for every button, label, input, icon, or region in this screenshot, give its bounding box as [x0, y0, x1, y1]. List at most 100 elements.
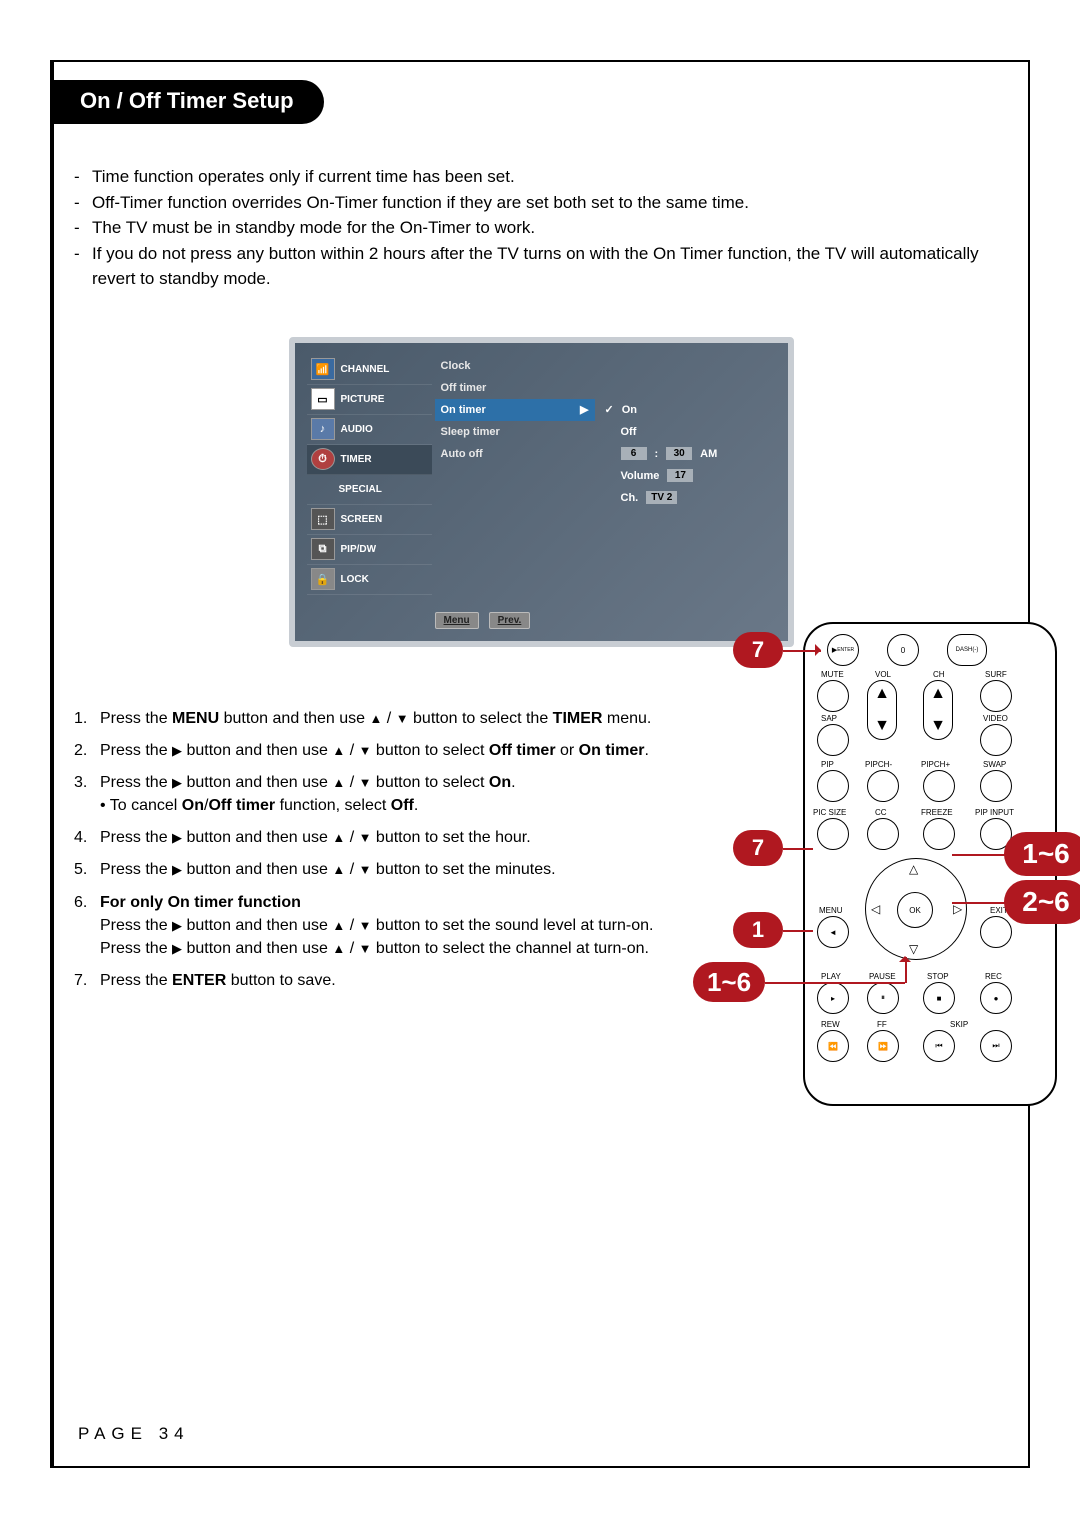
swap-button[interactable]	[980, 770, 1012, 802]
osd-item-autooff: Auto off	[435, 443, 595, 465]
lock-icon: 🔒	[311, 568, 335, 590]
channel-icon: 📶	[311, 358, 335, 380]
pip-button[interactable]	[817, 770, 849, 802]
arrow-right-icon: ▶	[580, 403, 588, 416]
arrow-head-icon	[815, 644, 827, 656]
osd-opt-off: Off	[605, 421, 780, 443]
osd-opt-volume: Volume17	[605, 465, 780, 487]
callout-7: 7	[733, 632, 783, 668]
callout-1: 1	[733, 912, 783, 948]
osd-menu-button: Menu	[435, 612, 479, 629]
pause-label: PAUSE	[869, 972, 896, 981]
sap-button[interactable]	[817, 724, 849, 756]
leader	[765, 982, 905, 984]
audio-icon: ♪	[311, 418, 335, 440]
intro-line: The TV must be in standby mode for the O…	[92, 215, 535, 241]
pipinput-label: PIP INPUT	[975, 808, 1014, 817]
ch-rocker[interactable]: ▲▼	[923, 680, 953, 740]
intro-line: Time function operates only if current t…	[92, 164, 515, 190]
ff-button[interactable]: ⏩	[867, 1030, 899, 1062]
callout-1-6: 1~6	[1004, 832, 1080, 876]
osd-submenu: Clock Off timer On timer▶ Sleep timer Au…	[435, 355, 595, 465]
pause-button[interactable]: ⏸	[867, 982, 899, 1014]
ff-label: FF	[877, 1020, 887, 1029]
osd-item-ontimer: On timer▶	[435, 399, 595, 421]
osd-screenshot: 📶CHANNEL ▭PICTURE ♪AUDIO ⏱TIMER SPECIAL …	[289, 337, 794, 647]
callout-1-6: 1~6	[693, 962, 765, 1002]
osd-opt-on: ✓On	[605, 399, 780, 421]
leader	[952, 902, 1006, 904]
osd-side-channel: 📶CHANNEL	[307, 355, 432, 385]
arrow-head-icon	[899, 950, 911, 962]
ch-label: CH	[933, 670, 945, 679]
section-title: On / Off Timer Setup	[50, 80, 324, 124]
pipchp-button[interactable]	[923, 770, 955, 802]
cc-label: CC	[875, 808, 887, 817]
play-label: PLAY	[821, 972, 841, 981]
leader	[783, 930, 813, 932]
freeze-button[interactable]	[923, 818, 955, 850]
vol-rocker[interactable]: ▲▼	[867, 680, 897, 740]
osd-item-clock: Clock	[435, 355, 595, 377]
osd-side-timer: ⏱TIMER	[307, 445, 432, 475]
leader	[952, 854, 1006, 856]
check-icon: ✓	[605, 403, 614, 416]
osd-side-pipdw: ⧉PIP/DW	[307, 535, 432, 565]
page-number: PAGE 34	[78, 1424, 190, 1444]
pipchm-button[interactable]	[867, 770, 899, 802]
intro-line: Off-Timer function overrides On-Timer fu…	[92, 190, 749, 216]
video-button[interactable]	[980, 724, 1012, 756]
dpad-up-icon[interactable]: △	[909, 862, 918, 876]
leader	[783, 848, 813, 850]
swap-label: SWAP	[983, 760, 1006, 769]
osd-options: ✓On Off 6:30AM Volume17 Ch.TV 2	[605, 399, 780, 509]
stop-label: STOP	[927, 972, 949, 981]
enter-button[interactable]: ▶ENTER	[827, 634, 859, 666]
intro-notes: -Time function operates only if current …	[74, 164, 1008, 292]
rec-label: REC	[985, 972, 1002, 981]
mute-label: MUTE	[821, 670, 844, 679]
dpad-right-icon[interactable]: ▷	[953, 902, 962, 916]
picsize-button[interactable]	[817, 818, 849, 850]
video-label: VIDEO	[983, 714, 1008, 723]
osd-side-lock: 🔒LOCK	[307, 565, 432, 595]
osd-opt-channel: Ch.TV 2	[605, 487, 780, 509]
menu-label: MENU	[819, 906, 843, 915]
menu-button[interactable]: ◄	[817, 916, 849, 948]
osd-prev-button: Prev.	[489, 612, 531, 629]
skipr-button[interactable]: ⏭	[980, 1030, 1012, 1062]
sap-label: SAP	[821, 714, 837, 723]
vol-label: VOL	[875, 670, 891, 679]
zero-button[interactable]: 0	[887, 634, 919, 666]
skip-label: SKIP	[950, 1020, 968, 1029]
timer-icon: ⏱	[311, 448, 335, 470]
dpad-left-icon[interactable]: ◁	[871, 902, 880, 916]
osd-opt-time: 6:30AM	[605, 443, 780, 465]
rew-button[interactable]: ⏪	[817, 1030, 849, 1062]
osd-footer: Menu Prev.	[435, 612, 531, 629]
stop-button[interactable]: ■	[923, 982, 955, 1014]
screen-icon: ⬚	[311, 508, 335, 530]
exit-button[interactable]	[980, 916, 1012, 948]
freeze-label: FREEZE	[921, 808, 953, 817]
pipchp-label: PIPCH+	[921, 760, 950, 769]
page-frame: On / Off Timer Setup -Time function oper…	[50, 60, 1030, 1468]
rec-button[interactable]: ●	[980, 982, 1012, 1014]
ok-button[interactable]: OK	[897, 892, 933, 928]
pipchm-label: PIPCH-	[865, 760, 892, 769]
surf-button[interactable]	[980, 680, 1012, 712]
picsize-label: PIC SIZE	[813, 808, 846, 817]
dash-button[interactable]: DASH(-)	[947, 634, 987, 666]
callout-7: 7	[733, 830, 783, 866]
play-button[interactable]: ▸	[817, 982, 849, 1014]
pip-label: PIP	[821, 760, 834, 769]
skipl-button[interactable]: ⏮	[923, 1030, 955, 1062]
osd-side-picture: ▭PICTURE	[307, 385, 432, 415]
pip-icon: ⧉	[311, 538, 335, 560]
callout-2-6: 2~6	[1004, 880, 1080, 924]
surf-label: SURF	[985, 670, 1007, 679]
osd-side-screen: ⬚SCREEN	[307, 505, 432, 535]
cc-button[interactable]	[867, 818, 899, 850]
osd-side-audio: ♪AUDIO	[307, 415, 432, 445]
mute-button[interactable]	[817, 680, 849, 712]
